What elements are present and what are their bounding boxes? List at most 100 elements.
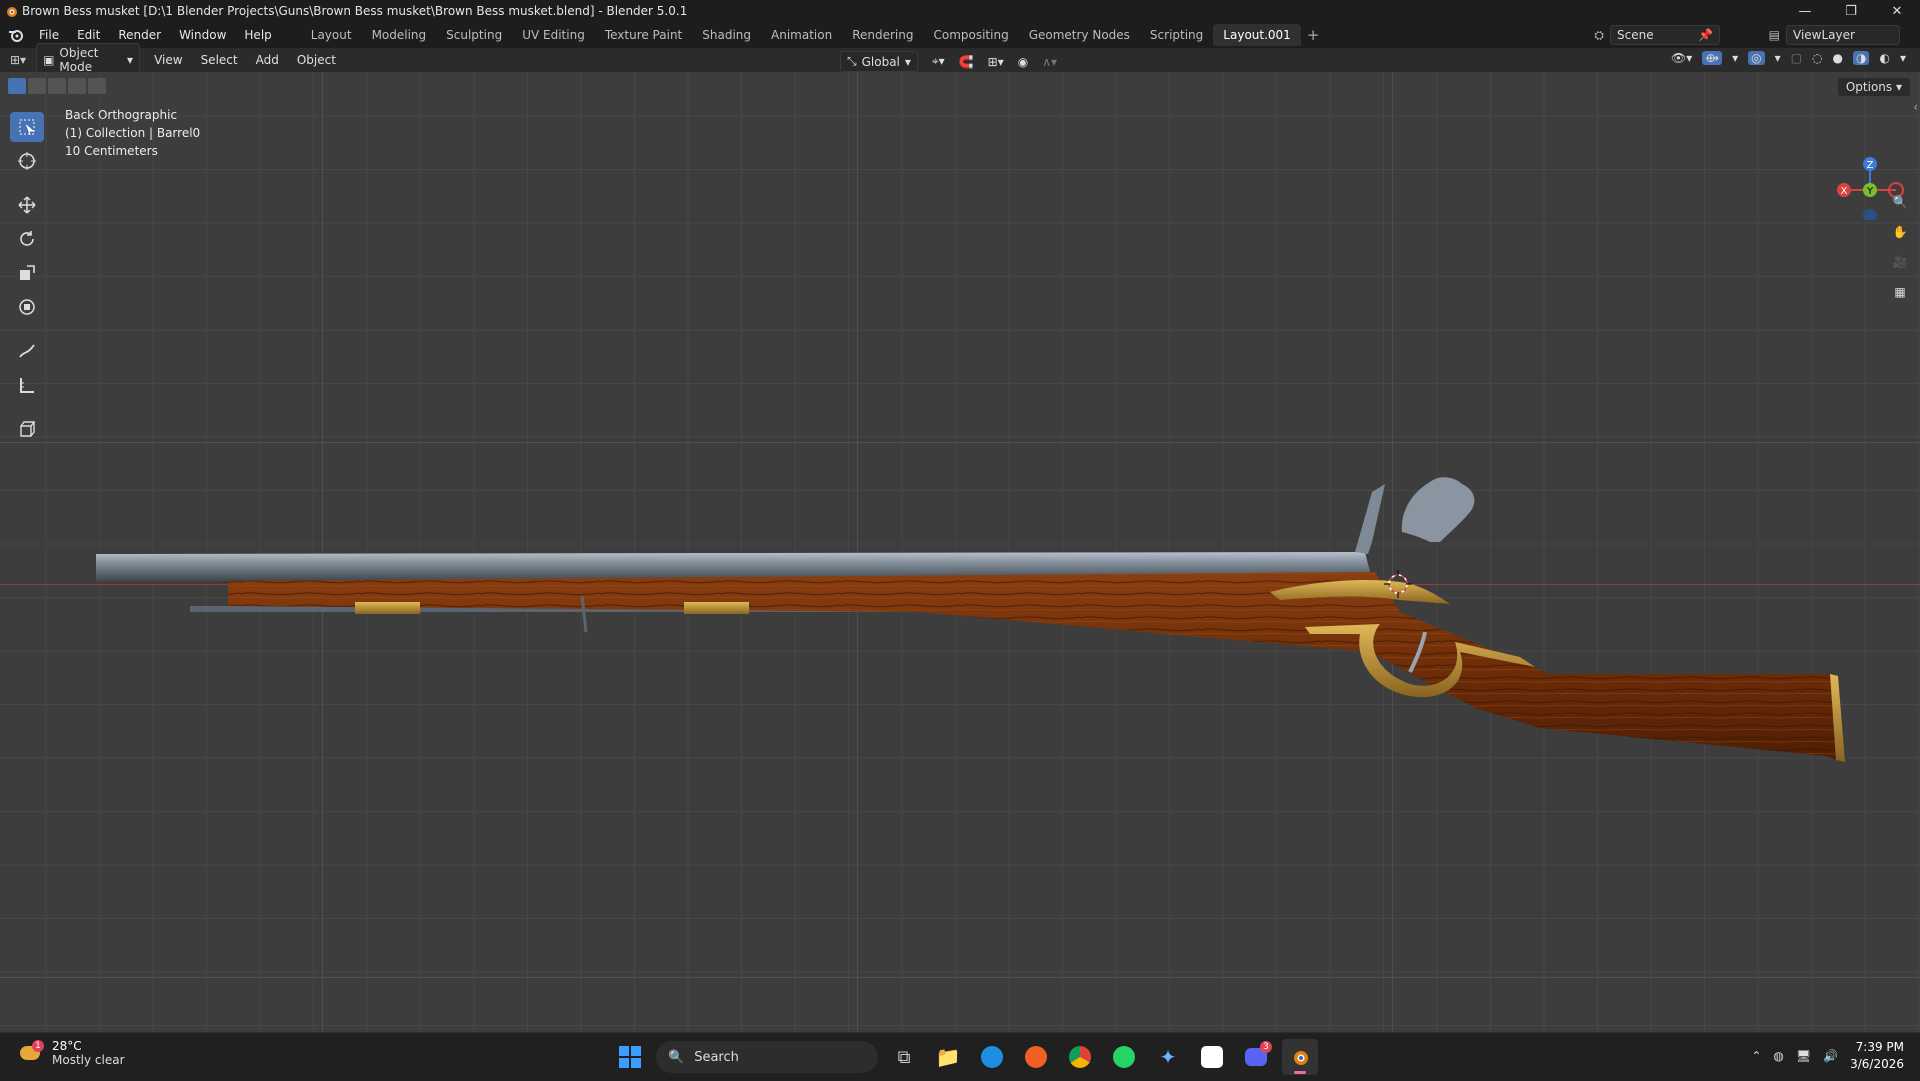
- folder-icon: 📁: [935, 1045, 961, 1069]
- cock-hammer[interactable]: [1401, 477, 1475, 542]
- solid-shading-icon[interactable]: ●: [1833, 51, 1843, 65]
- file-explorer-button[interactable]: 📁: [930, 1039, 966, 1075]
- pin-icon[interactable]: 📌: [1698, 28, 1713, 42]
- tab-sculpting[interactable]: Sculpting: [436, 24, 512, 46]
- shading-dropdown-icon[interactable]: ▾: [1900, 51, 1906, 65]
- orientation-icon: ⤡: [847, 54, 857, 68]
- wireframe-shading-icon[interactable]: ◌: [1812, 51, 1822, 65]
- edge-button[interactable]: [974, 1039, 1010, 1075]
- viewport-header: ⊞▾ ▣ Object Mode ▾ View Select Add Objec…: [0, 43, 1920, 77]
- menu-add[interactable]: Add: [256, 53, 279, 67]
- tab-compositing[interactable]: Compositing: [923, 24, 1018, 46]
- tab-layout-001[interactable]: Layout.001: [1213, 24, 1301, 46]
- close-button[interactable]: ✕: [1874, 0, 1920, 22]
- snap-target-icon[interactable]: ⊞▾: [988, 55, 1004, 69]
- menu-object[interactable]: Object: [297, 53, 336, 67]
- menu-edit[interactable]: Edit: [68, 28, 109, 42]
- menu-file[interactable]: File: [30, 28, 68, 42]
- blender-app-icon: [1294, 1051, 1308, 1065]
- top-menubar: File Edit Render Window Help Layout Mode…: [0, 22, 1920, 48]
- edge-icon: [981, 1046, 1003, 1068]
- whatsapp-button[interactable]: [1106, 1039, 1142, 1075]
- clock[interactable]: 7:39 PM 3/6/2026: [1850, 1039, 1904, 1073]
- transform-orientation-dropdown[interactable]: ⤡ Global ▾: [840, 51, 918, 72]
- tab-shading[interactable]: Shading: [692, 24, 761, 46]
- proportional-edit-icon[interactable]: ◉: [1018, 55, 1028, 69]
- viewlayer-selector[interactable]: ▤ ViewLayer: [1769, 25, 1900, 45]
- visibility-icon[interactable]: 👁▾: [1671, 51, 1692, 65]
- menu-render[interactable]: Render: [109, 28, 170, 42]
- chrome-icon: [1069, 1046, 1091, 1068]
- title-bar: Brown Bess musket [D:\1 Blender Projects…: [0, 0, 1920, 22]
- tab-geometry-nodes[interactable]: Geometry Nodes: [1019, 24, 1140, 46]
- menu-window[interactable]: Window: [170, 28, 235, 42]
- weather-badge: 1: [32, 1040, 44, 1052]
- pivot-icon[interactable]: ⌖▾: [932, 54, 945, 69]
- clock-time: 7:39 PM: [1855, 1040, 1904, 1054]
- chevron-down-icon: ▾: [127, 53, 134, 67]
- chrome-button[interactable]: [1062, 1039, 1098, 1075]
- weather-widget[interactable]: 1 28°C Mostly clear: [18, 1039, 125, 1067]
- firefox-button[interactable]: [1018, 1039, 1054, 1075]
- frizzen[interactable]: [1355, 484, 1385, 554]
- tab-scripting[interactable]: Scripting: [1140, 24, 1213, 46]
- tray-chevron-up-icon[interactable]: ⌃: [1751, 1049, 1761, 1063]
- 3d-viewport[interactable]: Options ▾ Back Orthographic (1) Collecti…: [0, 72, 1920, 1032]
- snap-icon[interactable]: 🧲: [959, 55, 974, 69]
- weather-temp: 28°C: [52, 1039, 82, 1053]
- brown-bess-musket-model[interactable]: [0, 72, 1920, 1032]
- object-mode-icon: ▣: [43, 53, 55, 67]
- menu-view[interactable]: View: [154, 53, 182, 67]
- windows-start-icon: [619, 1046, 641, 1068]
- maximize-button[interactable]: ❐: [1828, 0, 1874, 22]
- minimize-button[interactable]: —: [1782, 0, 1828, 22]
- layers-icon: ▤: [1768, 28, 1780, 42]
- taskbar-search[interactable]: 🔍 Search: [656, 1041, 878, 1073]
- scene-selector[interactable]: ⛭ Scene 📌: [1594, 25, 1720, 45]
- menu-select[interactable]: Select: [201, 53, 238, 67]
- copilot-button[interactable]: ✦: [1150, 1039, 1186, 1075]
- weather-icon: 1: [18, 1040, 44, 1066]
- falloff-icon[interactable]: ∧▾: [1042, 55, 1057, 69]
- network-icon[interactable]: 🖥: [1796, 1049, 1811, 1063]
- windows-taskbar: 1 28°C Mostly clear 🔍 Search ⧉ 📁 ✦ 3 ⌃ ◍…: [0, 1032, 1920, 1081]
- tab-animation[interactable]: Animation: [761, 24, 842, 46]
- tab-layout[interactable]: Layout: [301, 24, 362, 46]
- pipe-band-1[interactable]: [355, 602, 420, 614]
- blender-taskbar-button[interactable]: [1282, 1039, 1318, 1075]
- chatgpt-button[interactable]: [1194, 1039, 1230, 1075]
- overlays-dropdown-icon[interactable]: ▾: [1775, 51, 1781, 65]
- overlays-icon[interactable]: ◎: [1748, 51, 1765, 65]
- xray-icon[interactable]: ▢: [1791, 51, 1802, 65]
- tab-modeling[interactable]: Modeling: [362, 24, 437, 46]
- firefox-icon: [1025, 1046, 1047, 1068]
- tray-discord-icon[interactable]: ◍: [1773, 1049, 1783, 1063]
- task-view-icon: ⧉: [897, 1046, 911, 1068]
- discord-button[interactable]: 3: [1238, 1039, 1274, 1075]
- window-title: Brown Bess musket [D:\1 Blender Projects…: [22, 4, 688, 18]
- viewlayer-field[interactable]: ViewLayer: [1786, 25, 1900, 45]
- tab-rendering[interactable]: Rendering: [842, 24, 923, 46]
- blender-logo-icon[interactable]: [8, 28, 24, 42]
- chevron-down-icon: ▾: [904, 54, 911, 69]
- editor-type-icon[interactable]: ⊞▾: [10, 53, 26, 67]
- material-shading-icon[interactable]: ◑: [1853, 51, 1870, 65]
- search-icon: 🔍: [668, 1049, 685, 1065]
- taskbar-apps: 🔍 Search ⧉ 📁 ✦ 3: [612, 1039, 1318, 1075]
- pipe-band-2[interactable]: [684, 602, 749, 614]
- gizmo-dropdown-icon[interactable]: ▾: [1732, 51, 1738, 65]
- blender-icon: [7, 7, 17, 17]
- clock-date: 3/6/2026: [1850, 1057, 1904, 1071]
- start-button[interactable]: [612, 1039, 648, 1075]
- menu-help[interactable]: Help: [235, 28, 280, 42]
- tab-uv-editing[interactable]: UV Editing: [512, 24, 595, 46]
- tab-texture-paint[interactable]: Texture Paint: [595, 24, 692, 46]
- add-workspace-button[interactable]: +: [1307, 26, 1320, 44]
- rendered-shading-icon[interactable]: ◐: [1879, 51, 1889, 65]
- task-view-button[interactable]: ⧉: [886, 1039, 922, 1075]
- volume-icon[interactable]: 🔊: [1823, 1049, 1838, 1063]
- chatgpt-icon: [1201, 1046, 1223, 1068]
- scene-field[interactable]: Scene 📌: [1610, 25, 1720, 45]
- system-tray: ⌃ ◍ 🖥 🔊 7:39 PM 3/6/2026: [1751, 1039, 1904, 1073]
- gizmo-toggle-icon[interactable]: ⟴: [1702, 51, 1723, 65]
